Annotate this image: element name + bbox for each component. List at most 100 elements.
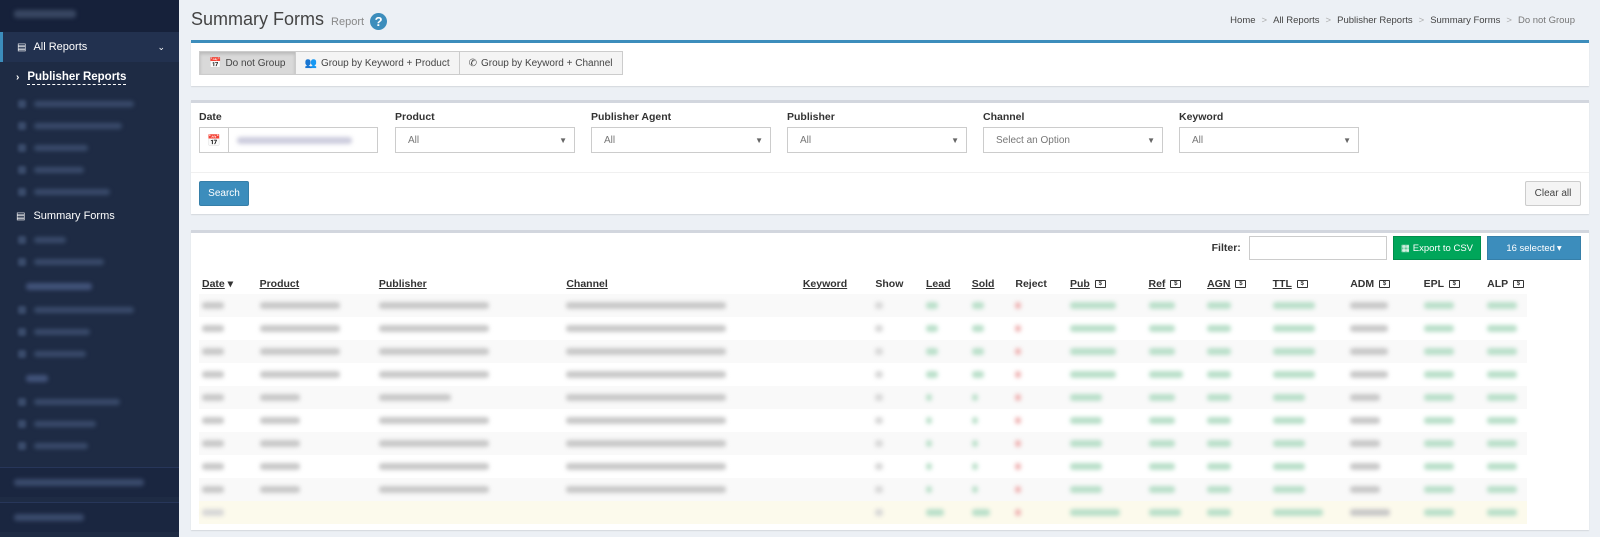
table-cell-redacted (1484, 455, 1527, 478)
money-icon: $ (1448, 279, 1460, 288)
publisher-select[interactable]: All ▼ (787, 127, 967, 153)
keyword-select[interactable]: All ▼ (1179, 127, 1359, 153)
column-header-alp[interactable]: ALP $ (1484, 273, 1527, 294)
sidebar-item-redacted[interactable] (0, 93, 179, 115)
group-by-keyword-product-button[interactable]: 👥 Group by Keyword + Product (295, 51, 460, 75)
table-cell-redacted (1269, 432, 1348, 455)
column-header-publisher[interactable]: Publisher (376, 273, 563, 294)
breadcrumb-summary-forms[interactable]: Summary Forms (1430, 15, 1500, 26)
sidebar-item-redacted[interactable] (0, 391, 179, 413)
column-header-channel[interactable]: Channel (563, 273, 800, 294)
table-cell-redacted (1146, 317, 1205, 340)
filter-input[interactable] (1248, 236, 1387, 260)
column-header-epl[interactable]: EPL $ (1421, 273, 1485, 294)
table-cell-redacted (923, 478, 969, 501)
breadcrumb-all-reports[interactable]: All Reports (1273, 15, 1319, 26)
money-icon: $ (1170, 279, 1182, 288)
caret-down-icon: ▼ (1147, 136, 1155, 145)
sidebar-item-redacted[interactable] (0, 251, 179, 273)
table-cell-redacted (563, 501, 800, 524)
table-cell-redacted (800, 455, 873, 478)
table-cell-redacted (923, 455, 969, 478)
date-range-input[interactable] (228, 127, 378, 153)
table-cell-redacted (969, 317, 1013, 340)
table-cell-redacted (563, 478, 800, 501)
breadcrumb-home[interactable]: Home (1230, 15, 1255, 26)
sidebar-item-redacted[interactable] (0, 159, 179, 181)
table-cell-redacted (968, 432, 1013, 455)
table-cell-redacted (1347, 409, 1420, 432)
table-cell-redacted (1421, 455, 1485, 478)
table-cell-redacted (968, 501, 1013, 524)
sidebar-item-redacted[interactable] (0, 321, 179, 343)
table-cell-redacted (199, 317, 257, 340)
question-circle-icon[interactable]: ? (370, 13, 388, 30)
date-filter: Date 📅 (199, 111, 378, 153)
sidebar-item-redacted[interactable] (0, 115, 179, 137)
table-cell-redacted (1204, 501, 1270, 524)
table-cell-redacted (256, 386, 376, 409)
caret-down-icon: ▼ (951, 136, 959, 145)
table-cell-redacted (1270, 409, 1348, 432)
keyword-filter: Keyword All ▼ (1179, 111, 1359, 153)
calendar-icon[interactable]: 📅 (199, 127, 228, 153)
sidebar-item-redacted[interactable] (0, 467, 179, 497)
column-header-agn[interactable]: AGN $ (1204, 273, 1270, 294)
table-cell-redacted (256, 501, 376, 524)
column-header-date[interactable]: Date ▾ (199, 273, 257, 294)
table-cell-redacted (199, 455, 257, 478)
sidebar-item-redacted[interactable] (0, 181, 179, 203)
search-button[interactable]: Search (199, 181, 249, 206)
sidebar-item-redacted[interactable] (0, 229, 179, 251)
column-header-pub[interactable]: Pub $ (1067, 273, 1146, 294)
column-header-keyword[interactable]: Keyword (800, 273, 873, 294)
sidebar-item-redacted[interactable] (0, 343, 179, 365)
breadcrumb-separator: > (1418, 15, 1425, 26)
do-not-group-button[interactable]: 📅 Do not Group (199, 51, 296, 75)
column-header-ttl[interactable]: TTL $ (1270, 273, 1348, 294)
table-cell-redacted (1347, 455, 1420, 478)
table-cell-redacted (1420, 340, 1485, 363)
sidebar-item-label: Publisher Reports (27, 70, 127, 85)
column-header-adm[interactable]: ADM $ (1347, 273, 1420, 294)
table-cell-redacted (376, 455, 563, 478)
sidebar-item-all-reports[interactable]: ▤ All Reports ⌄ (0, 32, 179, 62)
column-header-product[interactable]: Product (257, 273, 376, 294)
table-cell-redacted (563, 432, 800, 455)
sidebar-item-redacted[interactable] (0, 502, 179, 532)
sidebar-item-redacted[interactable] (0, 137, 179, 159)
group-by-keyword-channel-button[interactable]: ✆ Group by Keyword + Channel (459, 51, 623, 75)
table-cell-redacted (1347, 432, 1421, 455)
filter-box: Date 📅 Product All ▼ Publisher Agent All ▼… (191, 100, 1589, 214)
page-title: Summary Forms Report ? (191, 9, 388, 30)
publisher-agent-select[interactable]: All ▼ (591, 127, 771, 153)
export-csv-button[interactable]: ▦ Export to CSV (1392, 236, 1481, 260)
channel-select[interactable]: Select an Option ▼ (983, 127, 1163, 153)
sidebar-item-summary-forms[interactable]: ▤ Summary Forms (0, 203, 179, 229)
sidebar-item-publisher-reports[interactable]: › Publisher Reports (0, 62, 179, 93)
button-label: Do not Group (225, 57, 286, 69)
sidebar-item-redacted[interactable] (0, 299, 179, 321)
publisher-filter: Publisher All ▼ (787, 111, 967, 153)
column-header-ref[interactable]: Ref $ (1146, 273, 1205, 294)
phone-icon: ✆ (468, 57, 478, 69)
table-cell-redacted (1347, 340, 1421, 363)
column-select-button[interactable]: 16 selected ▾ (1487, 236, 1581, 260)
column-header-sold[interactable]: Sold (969, 273, 1013, 294)
table-cell-redacted (1066, 294, 1146, 317)
table-cell-redacted (969, 455, 1013, 478)
table-cell-redacted (199, 386, 257, 409)
column-header-lead[interactable]: Lead (923, 273, 969, 294)
table-cell-redacted (872, 317, 923, 340)
table-cell-redacted (199, 294, 257, 317)
money-icon: $ (1296, 279, 1308, 288)
sidebar-item-redacted[interactable] (0, 413, 179, 435)
clear-all-button[interactable]: Clear all (1525, 181, 1581, 206)
table-cell-redacted (563, 409, 800, 432)
product-select[interactable]: All ▼ (395, 127, 575, 153)
publisher-agent-filter: Publisher Agent All ▼ (591, 111, 771, 153)
breadcrumb-publisher-reports[interactable]: Publisher Reports (1337, 15, 1413, 26)
sidebar-item-redacted[interactable] (0, 435, 179, 457)
table-cell-redacted (872, 478, 924, 501)
table-cell-redacted (375, 386, 564, 409)
